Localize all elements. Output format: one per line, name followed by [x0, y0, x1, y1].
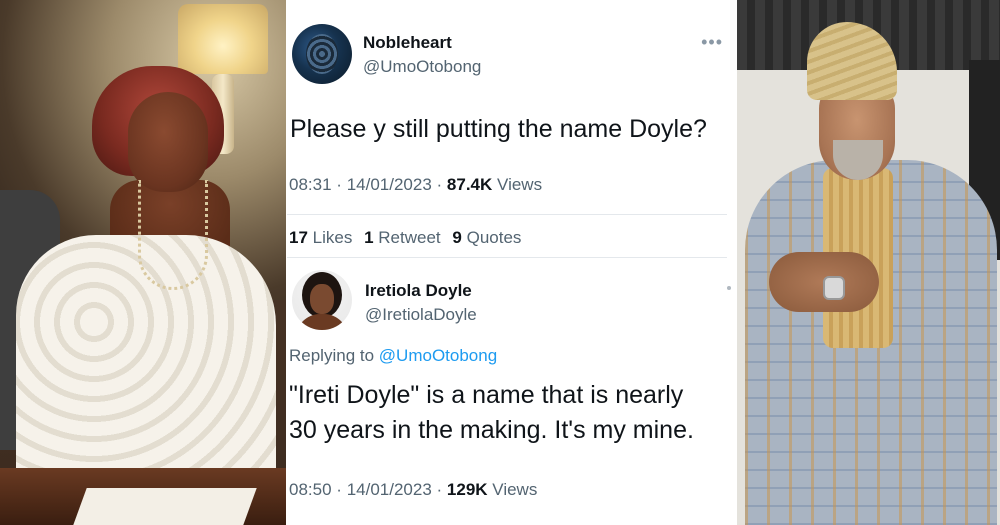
woman-face — [128, 92, 208, 192]
retweets-link[interactable]: 1 Retweet — [364, 228, 441, 247]
display-name[interactable]: Iretiola Doyle — [365, 281, 472, 301]
views-count: 129K — [446, 480, 488, 499]
views-label: Views — [492, 480, 538, 499]
reply-text-line: 30 years in the making. It's my mine. — [289, 416, 694, 444]
avatar[interactable] — [292, 270, 352, 330]
retweets-count: 1 — [364, 228, 374, 247]
tweet-date[interactable]: 14/01/2023 — [347, 480, 432, 499]
reply-metadata: 08:50 · 14/01/2023 · 129K Views — [289, 480, 537, 500]
likes-link[interactable]: 17 Likes — [289, 228, 352, 247]
avatar-body — [296, 314, 348, 330]
replying-label: Replying to — [289, 346, 375, 365]
reply-text-line: "Ireti Doyle" is a name that is nearly — [289, 381, 684, 409]
reply-text: "Ireti Doyle" is a name that is nearly 3… — [289, 378, 729, 448]
paper-on-table — [73, 488, 257, 525]
left-photo — [0, 0, 286, 525]
replying-to-handle-link[interactable]: @UmoOtobong — [379, 346, 497, 365]
likes-count: 17 — [289, 228, 308, 247]
tweet-time[interactable]: 08:50 — [289, 480, 332, 499]
divider — [287, 214, 727, 215]
tweet-panel: Nobleheart @UmoOtobong ••• Please y stil… — [287, 0, 735, 525]
more-options-icon[interactable] — [727, 286, 731, 290]
replying-to: Replying to @UmoOtobong — [289, 346, 497, 366]
separator-dot: · — [336, 175, 342, 194]
avatar-face — [310, 284, 334, 314]
tweet-original: Nobleheart @UmoOtobong ••• Please y stil… — [287, 0, 735, 213]
likes-label: Likes — [312, 228, 353, 247]
quotes-label: Quotes — [466, 228, 522, 247]
user-handle[interactable]: @UmoOtobong — [363, 57, 481, 77]
separator-dot: · — [336, 480, 342, 499]
separator-dot: · — [436, 175, 443, 194]
display-name[interactable]: Nobleheart — [363, 33, 452, 53]
retweets-label: Retweet — [378, 228, 441, 247]
views-count: 87.4K — [446, 175, 493, 194]
lamp-shade — [178, 4, 268, 74]
avatar[interactable] — [292, 24, 352, 84]
avatar-image — [306, 34, 338, 74]
pearl-necklace — [138, 180, 208, 290]
wristwatch — [823, 276, 845, 300]
separator-dot: · — [436, 480, 443, 499]
tweet-date[interactable]: 14/01/2023 — [347, 175, 432, 194]
more-options-icon[interactable]: ••• — [701, 32, 723, 53]
tweet-text: Please y still putting the name Doyle? — [290, 115, 707, 143]
right-photo — [737, 0, 1000, 525]
quotes-count: 9 — [452, 228, 462, 247]
quotes-link[interactable]: 9 Quotes — [452, 228, 521, 247]
tweet-time[interactable]: 08:31 — [289, 175, 332, 194]
divider — [287, 257, 727, 258]
user-handle[interactable]: @IretiolaDoyle — [365, 305, 477, 325]
tweet-metadata: 08:31 · 14/01/2023 · 87.4K Views — [289, 175, 542, 195]
views-label: Views — [497, 175, 543, 194]
engagement-stats: 17 Likes 1 Retweet 9 Quotes — [289, 228, 528, 248]
